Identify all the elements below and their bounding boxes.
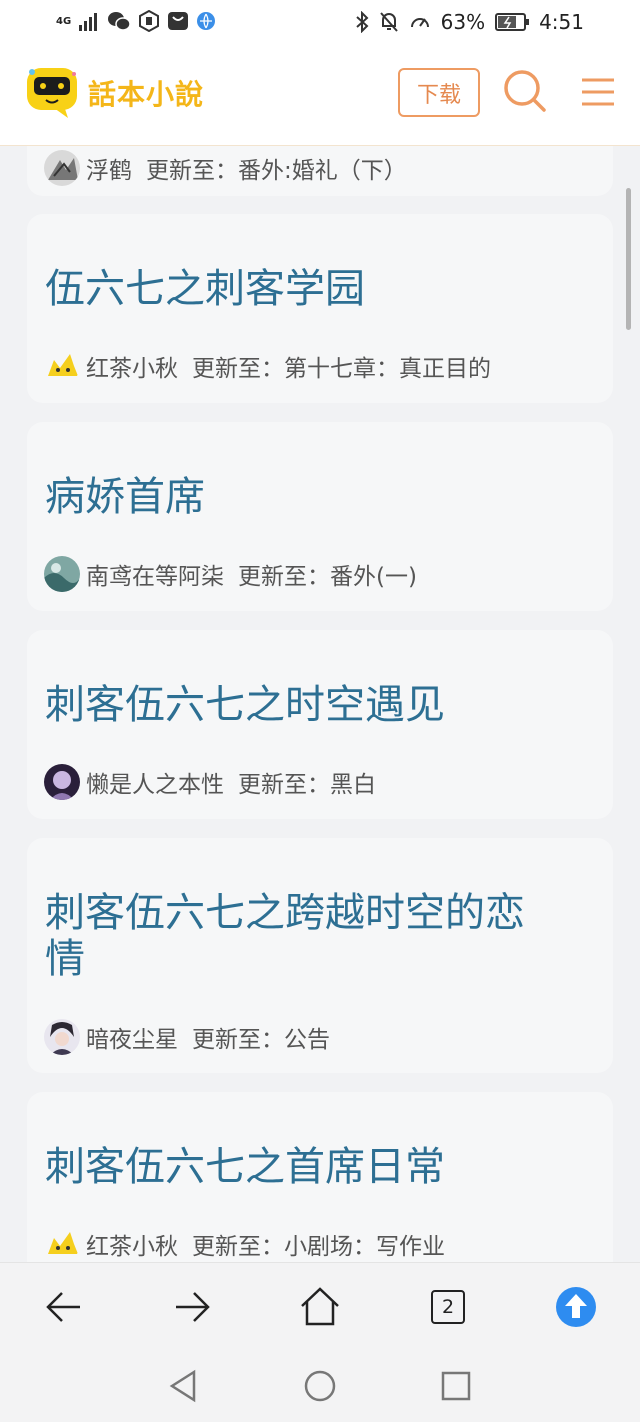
novel-card[interactable]: 浮鹤 更新至： 番外:婚礼（下） <box>27 146 613 196</box>
clock: 4:51 <box>539 10 584 34</box>
novel-title[interactable]: 刺客伍六七之首席日常 <box>45 1144 445 1190</box>
latest-chapter[interactable]: 番外:婚礼（下） <box>238 151 407 185</box>
author-name[interactable]: 红茶小秋 <box>86 1227 178 1261</box>
author-avatar <box>44 556 80 592</box>
nav-recents-icon[interactable] <box>438 1368 474 1404</box>
author-name[interactable]: 懒是人之本性 <box>86 765 224 799</box>
network-label: 4G <box>56 15 72 27</box>
download-button[interactable]: 下载 <box>398 68 480 117</box>
home-icon <box>301 1287 339 1326</box>
update-prefix: 更新至： <box>192 1027 284 1053</box>
tab-count: 2 <box>431 1290 465 1324</box>
huawei-store-icon <box>168 12 189 30</box>
novel-meta: 暗夜尘星 更新至： 公告 <box>44 1019 330 1055</box>
novel-meta: 浮鹤 更新至： 番外:婚礼（下） <box>44 150 407 186</box>
author-avatar <box>44 150 80 186</box>
forward-button[interactable] <box>170 1285 214 1329</box>
latest-chapter[interactable]: 小剧场：写作业 <box>284 1227 445 1261</box>
novel-card[interactable]: 伍六七之刺客学园 红茶小秋 更新至： 第十七章：真正目的 <box>27 214 613 403</box>
signal-icon <box>79 13 98 31</box>
author-name[interactable]: 浮鹤 <box>86 151 132 185</box>
wechat-icon <box>108 12 131 31</box>
browser-globe-icon <box>197 12 216 30</box>
novel-card[interactable]: 病娇首席 南鸢在等阿柒 更新至： 番外(一) <box>27 422 613 611</box>
scrollbar[interactable] <box>626 188 631 330</box>
latest-chapter[interactable]: 第十七章：真正目的 <box>284 349 491 383</box>
upload-arrow-icon <box>556 1287 596 1327</box>
mute-bell-icon <box>379 12 398 32</box>
arrow-right-icon <box>176 1292 210 1322</box>
system-nav-bar <box>0 1350 640 1422</box>
author-avatar <box>44 764 80 800</box>
site-logo[interactable]: 話本小說 <box>24 66 204 120</box>
site-header: 話本小說 下载 <box>0 46 640 146</box>
novel-title[interactable]: 病娇首席 <box>45 474 205 520</box>
update-prefix: 更新至： <box>146 158 238 184</box>
battery-icon <box>495 13 530 31</box>
author-name[interactable]: 红茶小秋 <box>86 349 178 383</box>
nav-home-icon[interactable] <box>302 1368 338 1404</box>
novel-meta: 南鸢在等阿柒 更新至： 番外(一) <box>44 556 417 592</box>
latest-chapter[interactable]: 番外(一) <box>330 557 417 591</box>
novel-meta: 红茶小秋 更新至： 小剧场：写作业 <box>44 1226 445 1262</box>
home-button[interactable] <box>298 1285 342 1329</box>
back-button[interactable] <box>42 1285 86 1329</box>
tabs-button[interactable]: 2 <box>426 1285 470 1329</box>
novel-card[interactable]: 刺客伍六七之时空遇见 懒是人之本性 更新至： 黑白 <box>27 630 613 819</box>
bluetooth-icon <box>355 11 369 33</box>
novel-title-line: 刺客伍六七之跨越时空的恋 <box>45 890 525 936</box>
update-prefix: 更新至： <box>238 564 330 590</box>
update-prefix: 更新至： <box>192 1234 284 1260</box>
novel-list[interactable]: 浮鹤 更新至： 番外:婚礼（下） 伍六七之刺客学园 红茶小秋 更新至： 第十七章… <box>0 146 640 1262</box>
novel-meta: 红茶小秋 更新至： 第十七章：真正目的 <box>44 348 491 384</box>
novel-meta: 懒是人之本性 更新至： 黑白 <box>44 764 376 800</box>
novel-title-line: 情 <box>45 936 85 982</box>
logo-title: 話本小說 <box>88 78 205 111</box>
search-icon[interactable] <box>502 68 548 114</box>
latest-chapter[interactable]: 黑白 <box>330 765 376 799</box>
author-avatar <box>44 1226 80 1262</box>
status-bar: 4G 63% 4:51 <box>0 0 640 46</box>
scroll-top-button[interactable] <box>554 1285 598 1329</box>
novel-title[interactable]: 刺客伍六七之时空遇见 <box>45 682 445 728</box>
novel-title[interactable]: 刺客伍六七之跨越时空的恋 情 <box>45 890 525 982</box>
speed-gauge-icon <box>410 18 429 28</box>
update-prefix: 更新至： <box>238 772 330 798</box>
novel-card[interactable]: 刺客伍六七之跨越时空的恋 情 暗夜尘星 更新至： 公告 <box>27 838 613 1073</box>
arrow-left-icon <box>46 1292 80 1322</box>
author-name[interactable]: 南鸢在等阿柒 <box>86 557 224 591</box>
nav-back-icon[interactable] <box>166 1368 202 1404</box>
menu-icon[interactable] <box>578 72 618 112</box>
author-avatar <box>44 348 80 384</box>
battery-percent: 63% <box>440 10 486 34</box>
logo-mascot-icon <box>27 68 77 118</box>
browser-toolbar: 2 <box>0 1262 640 1350</box>
author-name[interactable]: 暗夜尘星 <box>86 1020 178 1054</box>
novel-title[interactable]: 伍六七之刺客学园 <box>45 266 365 312</box>
novel-card[interactable]: 刺客伍六七之首席日常 红茶小秋 更新至： 小剧场：写作业 <box>27 1092 613 1262</box>
latest-chapter[interactable]: 公告 <box>284 1020 330 1054</box>
author-avatar <box>44 1019 80 1055</box>
update-prefix: 更新至： <box>192 356 284 382</box>
app-hand-icon <box>139 10 160 32</box>
